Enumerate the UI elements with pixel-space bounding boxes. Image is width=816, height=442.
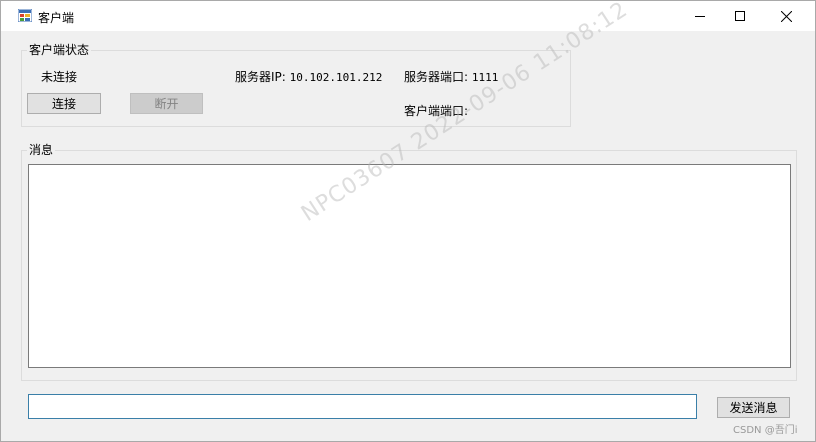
disconnect-button: 断开 (130, 93, 203, 114)
connect-button[interactable]: 连接 (27, 93, 101, 114)
server-port: 服务器端口: 1111 (404, 68, 498, 85)
server-port-value: 1111 (471, 71, 499, 84)
close-button[interactable] (763, 1, 809, 31)
client-window: 客户端 客户端状态 未连接 服务器IP: 10.102.101.212 服务器端… (0, 0, 816, 442)
server-ip: 服务器IP: 10.102.101.212 (235, 68, 382, 85)
server-port-label: 服务器端口: (404, 70, 469, 84)
app-icon (18, 9, 32, 22)
close-icon (780, 10, 792, 22)
connection-state-label: 未连接 (41, 70, 78, 84)
client-port-label: 客户端端口: (404, 104, 469, 118)
maximize-icon (735, 11, 745, 21)
send-message-button[interactable]: 发送消息 (717, 397, 790, 418)
server-ip-label: 服务器IP: (235, 70, 286, 84)
maximize-button[interactable] (717, 1, 763, 31)
client-port: 客户端端口: (404, 102, 468, 119)
message-log[interactable] (28, 164, 791, 368)
credit-watermark: CSDN @吾门i (733, 425, 798, 436)
minimize-icon (695, 16, 705, 17)
title-bar[interactable]: 客户端 (1, 1, 815, 31)
message-legend: 消息 (29, 143, 54, 157)
server-ip-value: 10.102.101.212 (289, 71, 383, 84)
client-status-group: 客户端状态 (21, 43, 571, 127)
window-title: 客户端 (38, 11, 75, 25)
send-message-input[interactable] (28, 394, 697, 419)
client-status-legend: 客户端状态 (29, 43, 90, 57)
